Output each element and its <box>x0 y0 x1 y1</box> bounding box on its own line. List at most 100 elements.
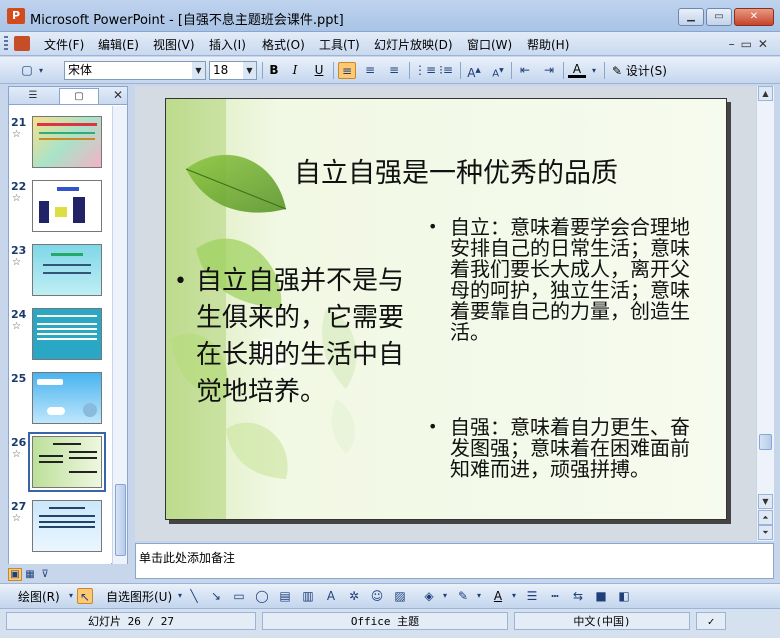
slide-title[interactable]: 自立自强是一种优秀的品质 <box>206 151 706 190</box>
right-bullet-2[interactable]: • 自强：意味着自力更生、奋发图强；意味着在困难面前知难而进，顽强拼搏。 <box>428 417 700 480</box>
align-center-icon[interactable]: ≡ <box>361 62 379 79</box>
maximize-button[interactable]: ▭ <box>706 8 732 26</box>
scrollbar-thumb[interactable] <box>115 484 126 556</box>
arrow-style-icon[interactable]: ⇆ <box>570 588 586 604</box>
bullet-icon: • <box>428 417 438 436</box>
document-window-controls[interactable]: –▭✕ <box>729 37 774 51</box>
left-bullet-text[interactable]: • 自立自强并不是与生俱来的，它需要在长期的生活中自觉地培养。 <box>174 263 424 411</box>
normal-view-icon[interactable]: ▣ <box>8 568 22 581</box>
scroll-up-icon[interactable]: ▲ <box>758 86 773 101</box>
slide-thumbnail-22[interactable]: 22 ☆ <box>9 180 111 240</box>
transition-icon: ☆ <box>12 321 21 332</box>
textbox-icon[interactable]: ▤ <box>277 588 293 604</box>
3d-icon[interactable]: ◧ <box>616 588 632 604</box>
wordart-icon[interactable]: A <box>323 588 339 604</box>
menu-file[interactable]: 文件(F) <box>44 36 84 53</box>
align-left-icon[interactable]: ≡ <box>338 62 356 79</box>
picture-icon[interactable]: ▨ <box>392 588 408 604</box>
toolbar-dropdown-icon[interactable]: ▾ <box>36 62 46 79</box>
slides-panel-scrollbar[interactable] <box>112 106 127 564</box>
font-color-icon[interactable]: A <box>490 588 506 604</box>
panel-tabs: ☰ ▢ ✕ <box>9 87 127 105</box>
slide-thumbnail-21[interactable]: 21 ☆ <box>9 116 111 176</box>
slide-number: 21 <box>11 116 27 129</box>
scroll-down-icon[interactable]: ▼ <box>758 494 773 509</box>
chevron-down-icon[interactable]: ▾ <box>506 588 522 604</box>
italic-icon[interactable]: I <box>286 62 304 79</box>
close-button[interactable]: ✕ <box>734 8 774 26</box>
line-style-icon[interactable]: ☰ <box>524 588 540 604</box>
underline-icon[interactable]: U <box>310 62 328 79</box>
outline-tab[interactable]: ☰ <box>13 88 53 104</box>
minimize-button[interactable]: ▁ <box>678 8 704 26</box>
numbered-list-icon[interactable]: ⋮≡ <box>414 62 436 79</box>
spelling-check-icon[interactable]: ✓ <box>696 612 726 630</box>
menu-window[interactable]: 窗口(W) <box>467 36 512 53</box>
bold-icon[interactable]: B <box>265 62 283 79</box>
right-bullet-1[interactable]: • 自立：意味着要学会合理地安排自己的日常生活；意味着我们要长大成人，离开父母的… <box>428 217 700 343</box>
menu-edit[interactable]: 编辑(E) <box>98 36 139 53</box>
scrollbar-thumb[interactable] <box>759 434 772 450</box>
slide-thumbnail-24[interactable]: 24 ☆ <box>9 308 111 368</box>
vertical-textbox-icon[interactable]: ▥ <box>300 588 316 604</box>
close-icon[interactable]: ✕ <box>113 88 123 102</box>
chevron-down-icon[interactable]: ▾ <box>589 62 599 79</box>
thumbnail-image <box>32 500 102 552</box>
chevron-down-icon[interactable]: ▼ <box>243 62 256 79</box>
slideshow-icon[interactable]: ⊽ <box>38 569 52 582</box>
slide-thumbnail-23[interactable]: 23 ☆ <box>9 244 111 304</box>
slides-tab[interactable]: ▢ <box>59 88 99 104</box>
slide-sorter-icon[interactable]: ▦ <box>23 569 37 582</box>
thumbnail-image <box>32 116 102 168</box>
increase-indent-icon[interactable]: ⇥ <box>540 62 558 79</box>
menu-slideshow[interactable]: 幻灯片放映(D) <box>374 36 453 53</box>
slide-thumbnail-list: 21 ☆ 22 ☆ 23 ☆ 24 ☆ 25 26 ☆ 27 ☆ <box>9 106 111 564</box>
current-slide[interactable]: 自立自强是一种优秀的品质 • 自立自强并不是与生俱来的，它需要在长期的生活中自觉… <box>165 98 727 520</box>
font-size-combo[interactable]: 18 ▼ <box>209 61 257 80</box>
chevron-down-icon[interactable]: ▼ <box>192 62 205 79</box>
chevron-down-icon[interactable]: ▾ <box>437 588 453 604</box>
right-bullet-1-content: 自立：意味着要学会合理地安排自己的日常生活；意味着我们要长大成人，离开父母的呵护… <box>450 215 690 344</box>
next-slide-icon[interactable]: ⏷ <box>758 525 773 540</box>
separator <box>409 62 410 79</box>
font-color-icon[interactable]: A <box>568 62 586 78</box>
font-name-combo[interactable]: 宋体 ▼ <box>64 61 206 80</box>
arrow-icon[interactable]: ↘ <box>208 588 224 604</box>
new-document-icon[interactable]: ▢ <box>18 62 36 79</box>
document-icon[interactable] <box>14 36 30 51</box>
menu-format[interactable]: 格式(O) <box>262 36 305 53</box>
shadow-icon[interactable]: ■ <box>593 588 609 604</box>
oval-icon[interactable]: ◯ <box>254 588 270 604</box>
align-right-icon[interactable]: ≡ <box>385 62 403 79</box>
diagram-icon[interactable]: ✲ <box>346 588 362 604</box>
decrease-font-icon[interactable]: A▼ <box>489 62 507 79</box>
slide-thumbnail-25[interactable]: 25 <box>9 372 111 432</box>
design-button[interactable]: ✎ 设计(S) <box>612 62 667 79</box>
decrease-indent-icon[interactable]: ⇤ <box>516 62 534 79</box>
select-pointer-icon[interactable]: ↖ <box>77 588 93 604</box>
menu-help[interactable]: 帮助(H) <box>527 36 569 53</box>
line-color-icon[interactable]: ✎ <box>455 588 471 604</box>
increase-font-icon[interactable]: A▲ <box>465 62 483 80</box>
previous-slide-icon[interactable]: ⏶ <box>758 510 773 525</box>
clipart-icon[interactable]: ☺ <box>369 588 385 604</box>
dash-style-icon[interactable]: ┅ <box>547 588 563 604</box>
rectangle-icon[interactable]: ▭ <box>231 588 247 604</box>
slides-panel: ☰ ▢ ✕ 21 ☆ 22 ☆ 23 ☆ 24 ☆ 25 26 ☆ 27 ☆ <box>8 86 128 564</box>
menu-insert[interactable]: 插入(I) <box>209 36 246 53</box>
slide-thumbnail-26[interactable]: 26 ☆ <box>9 432 111 496</box>
toolbar-grip-icon[interactable] <box>4 36 8 52</box>
slide-thumbnail-27[interactable]: 27 ☆ <box>9 500 111 560</box>
bullet-list-icon[interactable]: ⁝≡ <box>437 62 455 79</box>
line-icon[interactable]: ╲ <box>186 588 202 604</box>
autoshapes-button[interactable]: 自选图形(U) <box>106 588 172 605</box>
theme-name: Office 主题 <box>262 612 508 630</box>
menu-view[interactable]: 视图(V) <box>153 36 195 53</box>
powerpoint-icon[interactable]: P <box>7 8 25 24</box>
chevron-down-icon[interactable]: ▾ <box>471 588 487 604</box>
menu-tools[interactable]: 工具(T) <box>319 36 360 53</box>
fill-color-icon[interactable]: ◈ <box>421 588 437 604</box>
notes-pane[interactable]: 单击此处添加备注 <box>135 543 774 579</box>
draw-menu-button[interactable]: 绘图(R) <box>18 588 60 605</box>
slide-scrollbar[interactable]: ▲ ▼ ⏶ ⏷ <box>756 86 774 541</box>
